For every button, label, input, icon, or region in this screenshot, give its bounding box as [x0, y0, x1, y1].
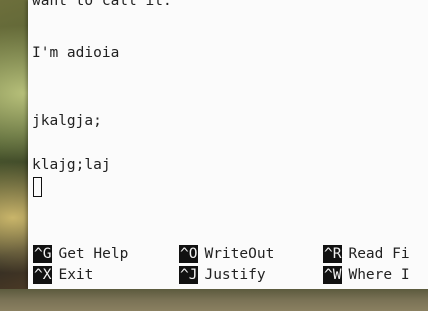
- shortcut-exit[interactable]: ^X Exit: [33, 266, 93, 284]
- shortcut-key: ^G: [33, 245, 53, 263]
- shortcut-label: Justify: [204, 267, 266, 283]
- shortcut-label: Where I: [348, 267, 410, 283]
- text-line: I'm adioia: [32, 45, 120, 61]
- shortcut-key: ^R: [323, 245, 343, 263]
- shortcut-label: Read Fi: [348, 246, 410, 262]
- text-cursor: [33, 177, 42, 197]
- shortcut-key: ^X: [33, 266, 53, 284]
- shortcut-label: Exit: [58, 267, 94, 283]
- shortcut-read-file[interactable]: ^R Read Fi: [323, 245, 410, 263]
- shortcut-key: ^J: [179, 266, 199, 284]
- shortcut-label: Get Help: [58, 246, 129, 262]
- text-line-partial: want to call it.: [32, 0, 172, 9]
- text-line: klajg;laj: [32, 157, 111, 173]
- desktop-bottom-strip: [0, 289, 428, 311]
- shortcut-justify[interactable]: ^J Justify: [179, 266, 266, 284]
- terminal-window[interactable]: want to call it. I'm adioia jkalgja; kla…: [28, 0, 428, 289]
- shortcut-get-help[interactable]: ^G Get Help: [33, 245, 128, 263]
- shortcut-key: ^O: [179, 245, 199, 263]
- shortcut-label: WriteOut: [204, 246, 275, 262]
- shortcut-where-is[interactable]: ^W Where I: [323, 266, 410, 284]
- shortcut-key: ^W: [323, 266, 343, 284]
- text-line: jkalgja;: [32, 113, 102, 129]
- shortcut-bar: ^G Get Help ^O WriteOut ^R Read Fi ^X Exit ^…: [33, 245, 428, 285]
- shortcut-writeout[interactable]: ^O WriteOut: [179, 245, 274, 263]
